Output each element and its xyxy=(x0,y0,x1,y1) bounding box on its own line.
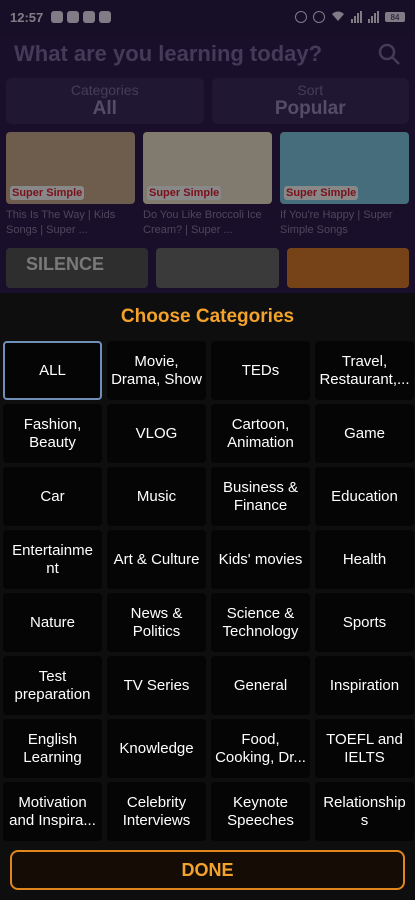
category-option[interactable]: Test preparation xyxy=(3,656,102,715)
category-option[interactable]: TV Series xyxy=(107,656,206,715)
category-option[interactable]: Celebrity Interviews xyxy=(107,782,206,841)
category-option[interactable]: Fashion, Beauty xyxy=(3,404,102,463)
category-option[interactable]: Business & Finance xyxy=(211,467,310,526)
category-option[interactable]: Health xyxy=(315,530,414,589)
category-option[interactable]: VLOG xyxy=(107,404,206,463)
category-grid: ALL Movie, Drama, Show TEDs Travel, Restaur… xyxy=(3,341,415,841)
category-option[interactable]: TEDs xyxy=(211,341,310,400)
category-option[interactable]: Movie, Drama, Show xyxy=(107,341,206,400)
category-option[interactable]: Cartoon, Animation xyxy=(211,404,310,463)
category-picker-sheet: Choose Categories ALL Movie, Drama, Show T… xyxy=(0,293,415,900)
category-option[interactable]: Motivation and Inspira... xyxy=(3,782,102,841)
category-option[interactable]: TOEFL and IELTS xyxy=(315,719,414,778)
sheet-title: Choose Categories xyxy=(120,306,295,327)
category-option[interactable]: General xyxy=(211,656,310,715)
category-option[interactable]: Game xyxy=(315,404,414,463)
category-option[interactable]: Art & Culture xyxy=(107,530,206,589)
category-option[interactable]: Inspiration xyxy=(315,656,414,715)
category-option[interactable]: Knowledge xyxy=(107,719,206,778)
category-option[interactable]: Keynote Speeches xyxy=(211,782,310,841)
category-option[interactable]: Travel, Restaurant,... xyxy=(315,341,414,400)
category-option[interactable]: News & Politics xyxy=(107,593,206,652)
category-option[interactable]: Education xyxy=(315,467,414,526)
category-option[interactable]: Food, Cooking, Dr... xyxy=(211,719,310,778)
category-option[interactable]: Car xyxy=(3,467,102,526)
category-option[interactable]: Science & Technology xyxy=(211,593,310,652)
category-option[interactable]: Music xyxy=(107,467,206,526)
category-option[interactable]: Sports xyxy=(315,593,414,652)
category-option[interactable]: Nature xyxy=(3,593,102,652)
category-option[interactable]: English Learning xyxy=(3,719,102,778)
category-option[interactable]: Relationship s xyxy=(315,782,414,841)
done-button[interactable]: DONE xyxy=(10,850,405,890)
category-option[interactable]: Entertainme nt xyxy=(3,530,102,589)
category-option[interactable]: ALL xyxy=(3,341,102,400)
category-option[interactable]: Kids' movies xyxy=(211,530,310,589)
